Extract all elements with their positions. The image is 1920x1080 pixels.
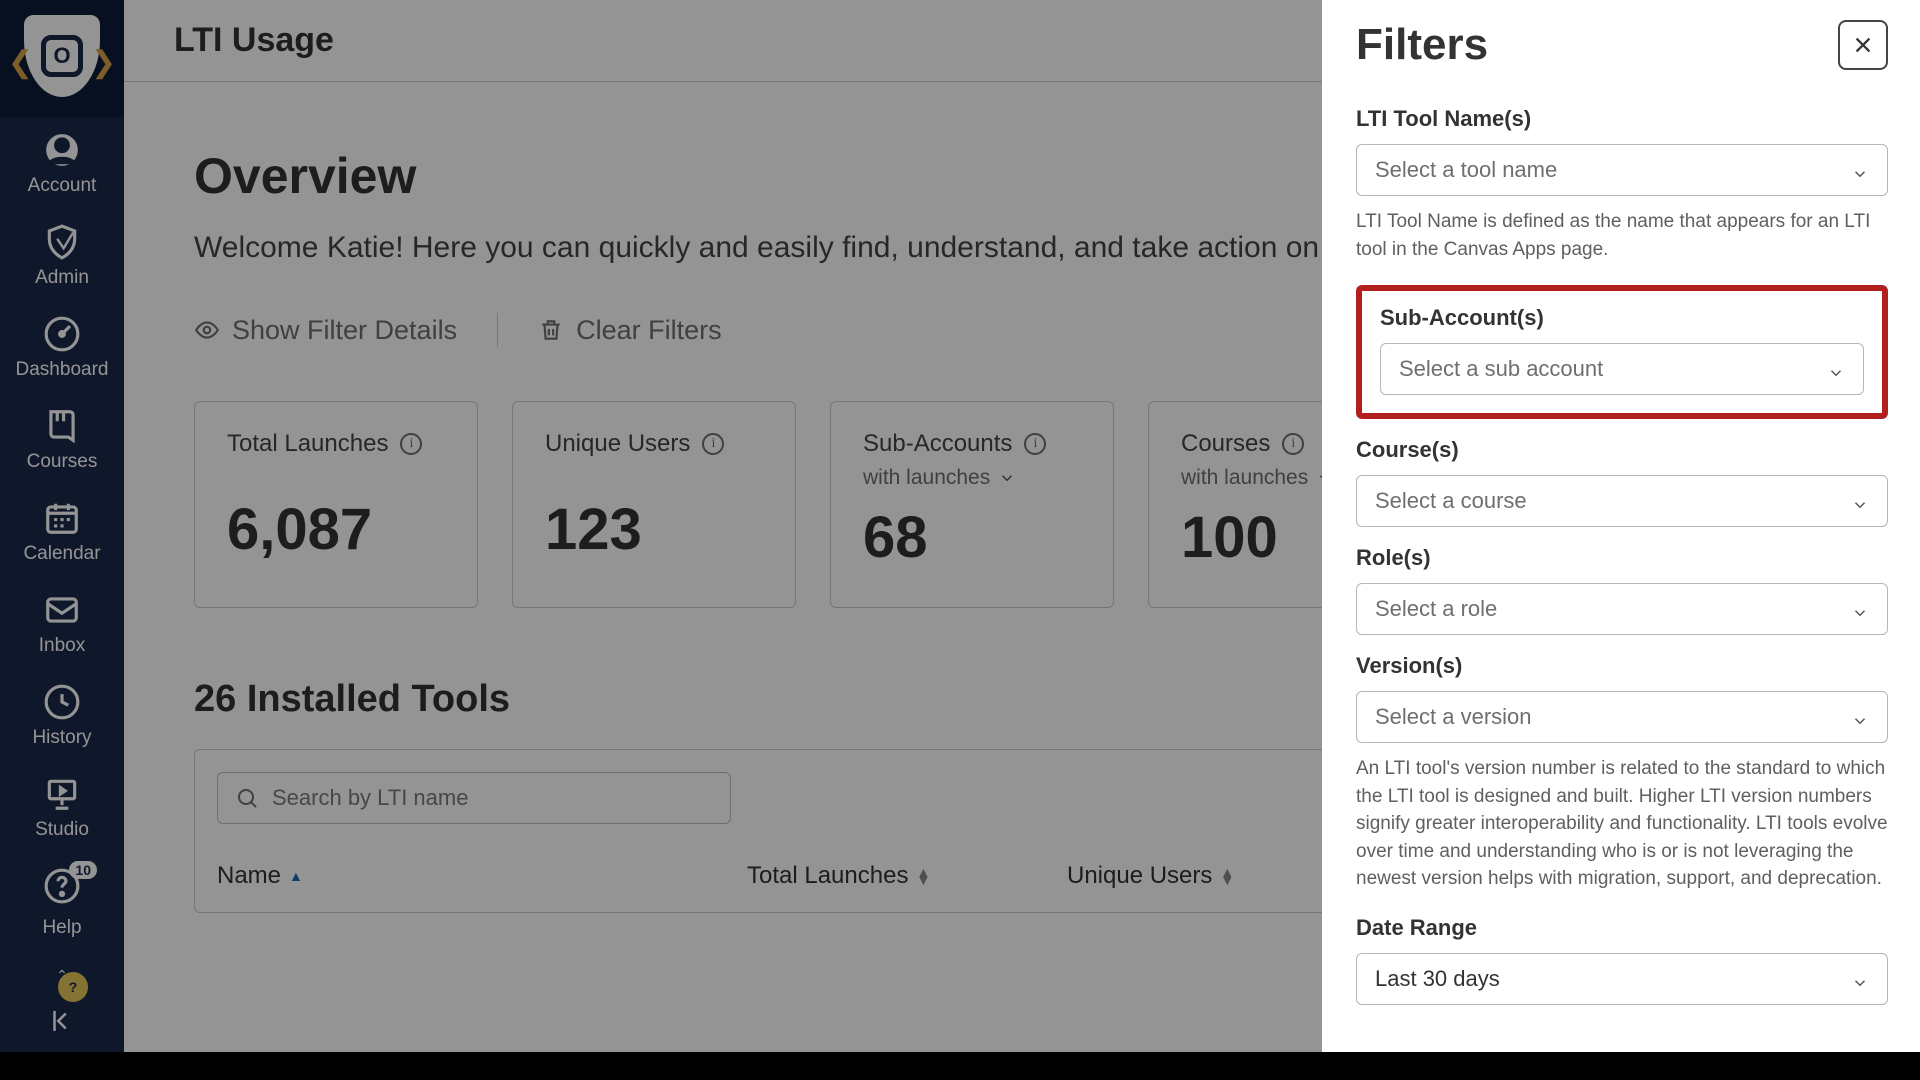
chevron-down-icon <box>1827 362 1845 380</box>
filter-sub-account-highlighted: Sub-Account(s) Select a sub account <box>1356 285 1888 419</box>
sort-icon: ▲▼ <box>1220 868 1234 884</box>
nav-account-label: Account <box>28 175 97 197</box>
help-badge: 10 <box>69 861 97 879</box>
nav-courses[interactable]: Courses <box>0 393 124 485</box>
chevron-down-icon <box>1851 710 1869 728</box>
sort-icon: ▲▼ <box>916 868 930 884</box>
gauge-icon <box>43 315 81 353</box>
book-icon <box>43 407 81 445</box>
nav-inbox-label: Inbox <box>39 635 85 657</box>
info-icon[interactable]: i <box>400 433 422 455</box>
filters-panel: Filters LTI Tool Name(s) Select a tool n… <box>1322 0 1920 1052</box>
sub-account-select[interactable]: Select a sub account <box>1380 343 1864 395</box>
shield-icon <box>43 223 81 261</box>
nav-dashboard-label: Dashboard <box>16 359 109 381</box>
nav-inbox[interactable]: Inbox <box>0 577 124 669</box>
inbox-icon <box>43 591 81 629</box>
nav-courses-label: Courses <box>27 451 98 473</box>
role-select[interactable]: Select a role <box>1356 583 1888 635</box>
tool-search-input[interactable] <box>217 772 731 824</box>
col-name[interactable]: Name ▲ <box>217 862 747 890</box>
info-icon[interactable]: i <box>1024 433 1046 455</box>
clear-filters-button[interactable]: Clear Filters <box>538 315 722 346</box>
info-icon[interactable]: i <box>1282 433 1304 455</box>
chevron-down-icon <box>998 469 1016 487</box>
nav-admin[interactable]: Admin <box>0 209 124 301</box>
nav-dashboard[interactable]: Dashboard <box>0 301 124 393</box>
show-filter-details-button[interactable]: Show Filter Details <box>194 315 457 346</box>
nav-studio[interactable]: Studio <box>0 761 124 853</box>
filter-course: Course(s) Select a course <box>1356 437 1888 527</box>
chevron-down-icon <box>1851 163 1869 181</box>
divider <box>497 313 498 347</box>
global-nav: O ❯❯ Account Admin Dashboard Courses Cal… <box>0 0 124 1052</box>
calendar-icon <box>43 499 81 537</box>
nav-help-label: Help <box>42 917 81 939</box>
close-icon <box>1852 34 1874 56</box>
date-range-select[interactable]: Last 30 days <box>1356 953 1888 1005</box>
filter-role: Role(s) Select a role <box>1356 545 1888 635</box>
filter-lti-tool: LTI Tool Name(s) Select a tool name LTI … <box>1356 106 1888 263</box>
user-circle-icon <box>43 131 81 169</box>
course-select[interactable]: Select a course <box>1356 475 1888 527</box>
sort-asc-icon: ▲ <box>289 872 303 880</box>
nav-calendar-label: Calendar <box>23 543 100 565</box>
card-total-launches: Total Launchesi 6,087 <box>194 401 478 608</box>
nav-admin-label: Admin <box>35 267 89 289</box>
lti-tool-select[interactable]: Select a tool name <box>1356 144 1888 196</box>
chevron-down-icon <box>1851 972 1869 990</box>
nav-studio-label: Studio <box>35 819 89 841</box>
version-help: An LTI tool's version number is related … <box>1356 755 1888 893</box>
nav-account[interactable]: Account <box>0 117 124 209</box>
unique-users-value: 123 <box>545 496 763 563</box>
total-launches-value: 6,087 <box>227 496 445 563</box>
page-title: LTI Usage <box>174 21 334 60</box>
nav-history[interactable]: History <box>0 669 124 761</box>
info-icon[interactable]: i <box>702 433 724 455</box>
app-logo[interactable]: O ❯❯ <box>0 0 124 117</box>
lti-tool-help: LTI Tool Name is defined as the name tha… <box>1356 208 1888 263</box>
card-unique-users: Unique Usersi 123 <box>512 401 796 608</box>
filter-version: Version(s) Select a version An LTI tool'… <box>1356 653 1888 893</box>
chevron-down-icon <box>1851 494 1869 512</box>
eye-icon <box>194 317 220 343</box>
nav-help[interactable]: 10 Help <box>0 853 124 951</box>
close-filters-button[interactable] <box>1838 20 1888 70</box>
help-bubble-icon: ? <box>58 972 88 1002</box>
version-select[interactable]: Select a version <box>1356 691 1888 743</box>
filter-date-range: Date Range Last 30 days <box>1356 915 1888 1005</box>
clock-icon <box>43 683 81 721</box>
collapse-sidebar-button[interactable] <box>0 998 124 1044</box>
presentation-icon <box>43 775 81 813</box>
nav-history-label: History <box>32 727 91 749</box>
sub-accounts-filter[interactable]: with launches <box>863 466 1081 490</box>
chevron-down-icon <box>1851 602 1869 620</box>
search-icon <box>235 786 259 810</box>
collapse-icon <box>47 1006 77 1036</box>
sub-accounts-value: 68 <box>863 504 1081 571</box>
trash-icon <box>538 317 564 343</box>
filters-title: Filters <box>1356 20 1488 70</box>
card-sub-accounts: Sub-Accountsi with launches 68 <box>830 401 1114 608</box>
nav-calendar[interactable]: Calendar <box>0 485 124 577</box>
sidebar-mini-toggle[interactable]: ⌃⌃ ? <box>30 970 94 992</box>
col-total-launches[interactable]: Total Launches ▲▼ <box>747 862 1067 890</box>
